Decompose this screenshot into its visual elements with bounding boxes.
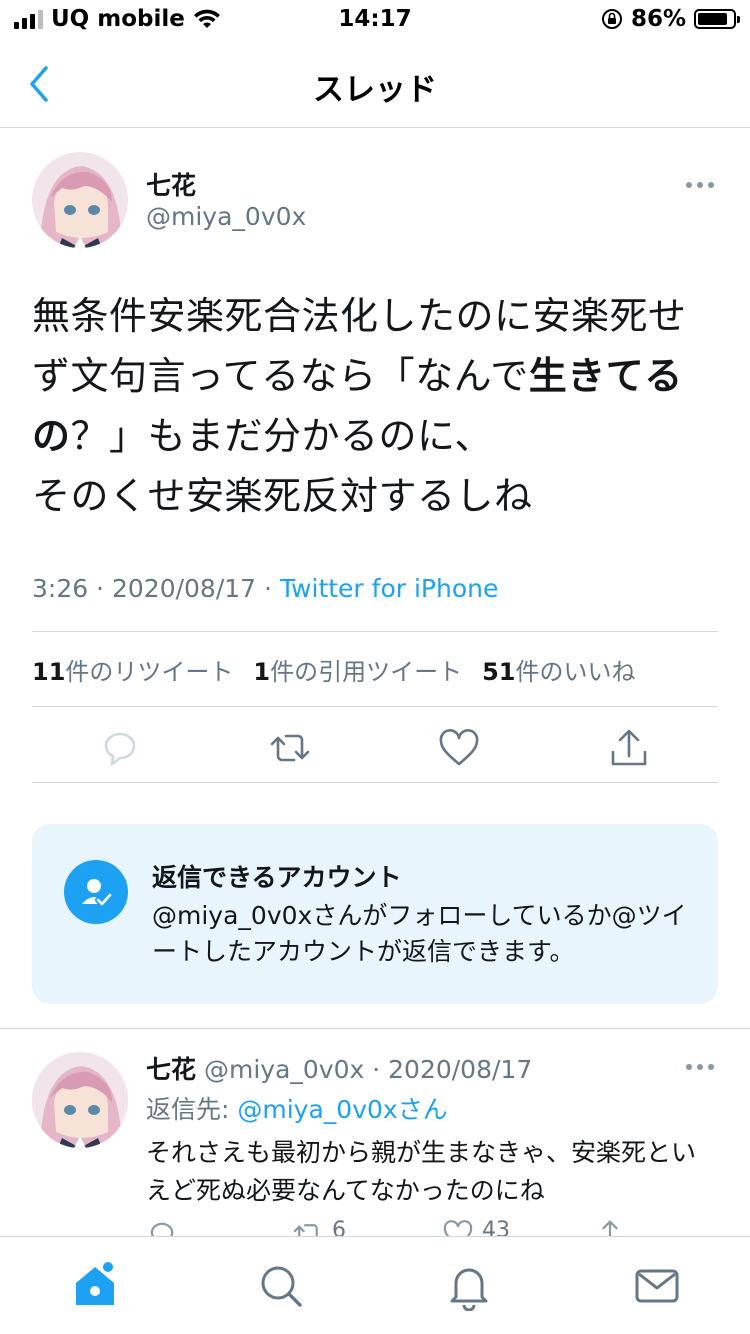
- tweet-date: 2020/08/17: [111, 574, 257, 603]
- tweet-time: 3:26: [32, 574, 89, 603]
- tweet-source-link[interactable]: Twitter for iPhone: [280, 574, 498, 603]
- battery-icon: [694, 9, 740, 29]
- retweet-count: 6: [332, 1218, 346, 1238]
- retweet-icon[interactable]: [268, 726, 312, 770]
- reply-tweet-actions: 6 43: [146, 1218, 646, 1238]
- reply-icon[interactable]: [98, 726, 142, 770]
- tweet-actions: [32, 726, 718, 772]
- likes-stat[interactable]: 51件のいいね: [482, 652, 635, 687]
- reply-tweet-text: それさえも最初から親が生まなきゃ、安楽死といえど死ぬ必要なんてなかったのにね: [146, 1138, 697, 1205]
- reply-icon[interactable]: [146, 1218, 178, 1238]
- user-check-icon: [64, 860, 128, 924]
- search-icon[interactable]: [256, 1261, 306, 1311]
- messages-icon[interactable]: [632, 1261, 682, 1311]
- tweet-text-line: そのくせ安楽死反対するしね: [32, 474, 533, 518]
- card-title: 返信できるアカウント: [152, 863, 402, 892]
- tweet-text: 無条件安楽死合法化したのに安楽死せ ず文句言ってるなら「なんで生きてる の？」も…: [32, 286, 722, 526]
- avatar[interactable]: [32, 152, 128, 248]
- page-title: スレッド: [313, 72, 437, 108]
- card-description: @miya_0v0xさんがフォローしているか@ツイートしたアカウントが返信できま…: [152, 901, 687, 966]
- display-name[interactable]: 七花: [146, 1055, 196, 1084]
- user-handle[interactable]: @miya_0v0x: [146, 202, 306, 231]
- tweet-date: 2020/08/17: [388, 1055, 533, 1084]
- more-options-icon[interactable]: [686, 1064, 714, 1070]
- tweet-meta: 3:26 · 2020/08/17 · Twitter for iPhone: [32, 574, 499, 603]
- divider: [32, 706, 718, 707]
- quotes-stat[interactable]: 1件の引用ツイート: [253, 652, 462, 687]
- reply-to-user-link[interactable]: @miya_0v0xさん: [237, 1095, 447, 1124]
- battery-percent: 86%: [630, 6, 686, 32]
- reply-header: 七花 @miya_0v0x · 2020/08/17: [146, 1055, 533, 1084]
- reply-to: 返信先: @miya_0v0xさん: [146, 1095, 448, 1124]
- tweet-text-line: 無条件安楽死合法化したのに安楽死せ: [32, 294, 687, 338]
- retweets-stat[interactable]: 11件のリツイート: [32, 652, 233, 687]
- orientation-lock-icon: [601, 9, 622, 29]
- notifications-icon[interactable]: [444, 1261, 494, 1311]
- avatar-image: [32, 1052, 128, 1148]
- divider: [32, 782, 718, 783]
- home-icon[interactable]: [70, 1261, 120, 1311]
- heart-icon[interactable]: [437, 726, 481, 770]
- more-options-icon[interactable]: [686, 182, 714, 188]
- heart-icon[interactable]: [442, 1218, 474, 1238]
- retweet-icon[interactable]: [292, 1218, 324, 1238]
- share-icon[interactable]: [607, 726, 651, 770]
- display-name[interactable]: 七花: [146, 166, 196, 202]
- tweet-stats: 11件のリツイート 1件の引用ツイート 51件のいいね: [32, 652, 636, 687]
- divider: [0, 1028, 750, 1029]
- status-bar: UQ mobile 14:17 86%: [0, 0, 750, 40]
- battery-level: [698, 13, 728, 25]
- reply-restriction-card: 返信できるアカウント @miya_0v0xさんがフォローしているか@ツイートした…: [32, 824, 718, 1004]
- avatar[interactable]: [32, 1052, 128, 1148]
- tab-bar: [0, 1236, 750, 1334]
- user-handle[interactable]: @miya_0v0x: [204, 1055, 364, 1084]
- tweet-text-line: の？」もまだ分かるのに、: [32, 414, 493, 458]
- tweet-text-line: ず文句言ってるなら「なんで生きてる: [32, 354, 683, 398]
- avatar-image: [32, 152, 128, 248]
- navigation-bar: スレッド: [0, 40, 750, 128]
- like-count: 43: [482, 1218, 510, 1238]
- divider: [32, 631, 718, 632]
- share-icon[interactable]: [594, 1218, 626, 1238]
